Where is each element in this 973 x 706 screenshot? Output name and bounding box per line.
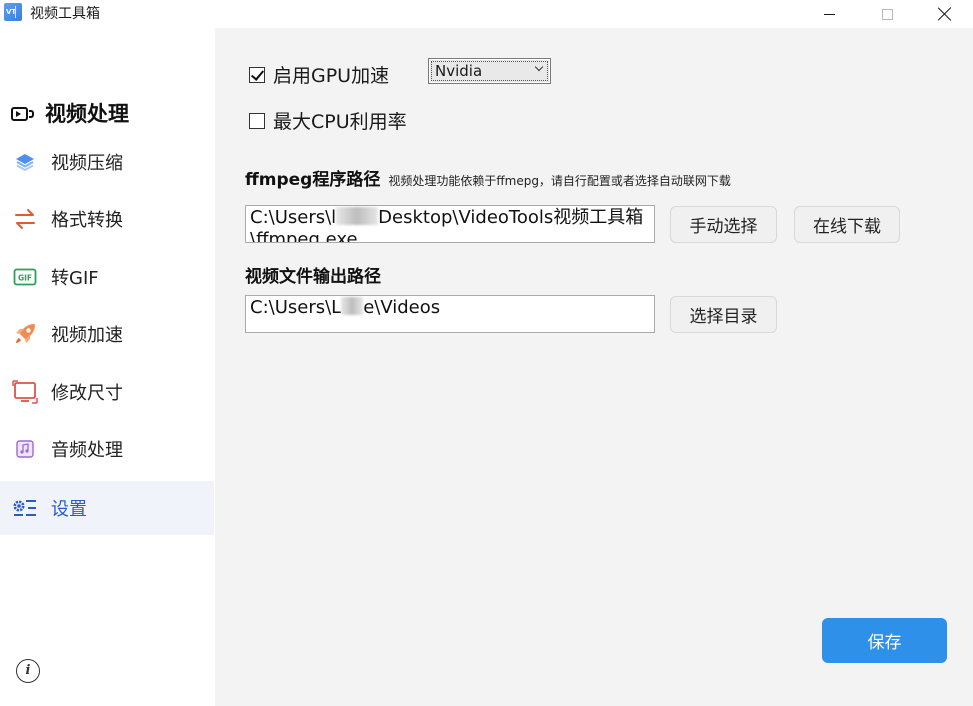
- sidebar-item-label: 格式转换: [51, 210, 123, 231]
- gpu-accel-label: 启用GPU加速: [273, 65, 390, 87]
- sidebar-item-label: 设置: [51, 499, 87, 520]
- sidebar-header: 视频处理: [10, 99, 129, 127]
- output-path-title: 视频文件输出路径: [245, 267, 381, 287]
- gpu-vendor-value: Nvidia: [435, 62, 483, 80]
- redacted-username: [336, 207, 379, 225]
- max-cpu-checkbox[interactable]: [249, 112, 265, 129]
- settings-panel: 启用GPU加速 Nvidia 最大CPU利用率 ffmpeg程序路径 视频处理功能…: [215, 28, 973, 706]
- gpu-accel-checkbox[interactable]: [249, 66, 265, 83]
- choose-directory-button[interactable]: 选择目录: [670, 296, 777, 333]
- ffmpeg-hint: 视频处理功能依赖于ffmepg，请自行配置或者选择自动联网下载: [388, 174, 731, 188]
- sidebar-header-title: 视频处理: [45, 102, 129, 126]
- maximize-button[interactable]: [864, 0, 910, 28]
- ffmpeg-path-prefix: C:\Users\l: [250, 207, 337, 228]
- online-download-button[interactable]: 在线下载: [794, 206, 900, 243]
- sidebar-item-resize[interactable]: 修改尺寸: [0, 365, 214, 419]
- max-cpu-label: 最大CPU利用率: [273, 111, 407, 133]
- sidebar-item-video-compress[interactable]: 视频压缩: [0, 135, 214, 189]
- close-icon: [938, 7, 952, 21]
- music-note-icon: [12, 436, 38, 462]
- layers-icon: [12, 149, 38, 175]
- sidebar-item-label: 视频加速: [51, 325, 123, 346]
- max-cpu-checkbox-row[interactable]: 最大CPU利用率: [249, 107, 407, 134]
- sidebar-item-label: 音频处理: [51, 440, 123, 461]
- settings-icon: [12, 495, 38, 521]
- app-logo-icon: VT: [4, 3, 22, 21]
- gpu-accel-checkbox-row[interactable]: 启用GPU加速: [249, 61, 389, 88]
- title-bar: VT 视频工具箱: [0, 0, 973, 28]
- minimize-icon: [823, 13, 835, 15]
- sidebar-item-settings[interactable]: 设置: [0, 481, 214, 535]
- gif-icon: GIF: [12, 264, 38, 290]
- sidebar-item-audio[interactable]: 音频处理: [0, 422, 214, 476]
- sidebar-item-label: 视频压缩: [51, 153, 123, 174]
- sidebar: 视频处理 视频压缩 格式转换 GIF 转GIF 视频加速 修改尺寸 音频处理 设…: [0, 28, 215, 706]
- output-path-suffix: e\Videos: [363, 297, 441, 318]
- resize-screen-icon: [12, 379, 38, 405]
- ffmpeg-path-field[interactable]: C:\Users\l Desktop\VideoTools视频工具箱\ffmpeg…: [245, 205, 655, 243]
- manual-select-button[interactable]: 手动选择: [670, 206, 777, 243]
- sidebar-item-video-speed[interactable]: 视频加速: [0, 307, 214, 361]
- minimize-button[interactable]: [806, 0, 852, 28]
- ffmpeg-section: ffmpeg程序路径 视频处理功能依赖于ffmepg，请自行配置或者选择自动联网下…: [245, 165, 731, 190]
- video-camera-icon: [10, 104, 36, 122]
- info-icon[interactable]: i: [16, 659, 40, 683]
- svg-text:GIF: GIF: [18, 274, 32, 283]
- gpu-vendor-select[interactable]: Nvidia: [428, 58, 551, 84]
- window-title: 视频工具箱: [30, 6, 100, 22]
- ffmpeg-title: ffmpeg程序路径: [245, 170, 381, 190]
- sidebar-item-label: 修改尺寸: [51, 383, 123, 404]
- output-path-prefix: C:\Users\L: [250, 297, 342, 318]
- output-path-field[interactable]: C:\Users\L e\Videos: [245, 295, 655, 333]
- save-button[interactable]: 保存: [822, 618, 947, 663]
- maximize-icon: [881, 8, 893, 20]
- rocket-icon: [12, 321, 38, 347]
- sidebar-item-format-convert[interactable]: 格式转换: [0, 192, 214, 246]
- chevron-down-icon: [534, 62, 544, 72]
- convert-arrows-icon: [12, 206, 38, 232]
- close-button[interactable]: [922, 0, 968, 28]
- redacted-username: [341, 297, 364, 315]
- sidebar-item-to-gif[interactable]: GIF 转GIF: [0, 250, 214, 304]
- sidebar-item-label: 转GIF: [51, 268, 99, 289]
